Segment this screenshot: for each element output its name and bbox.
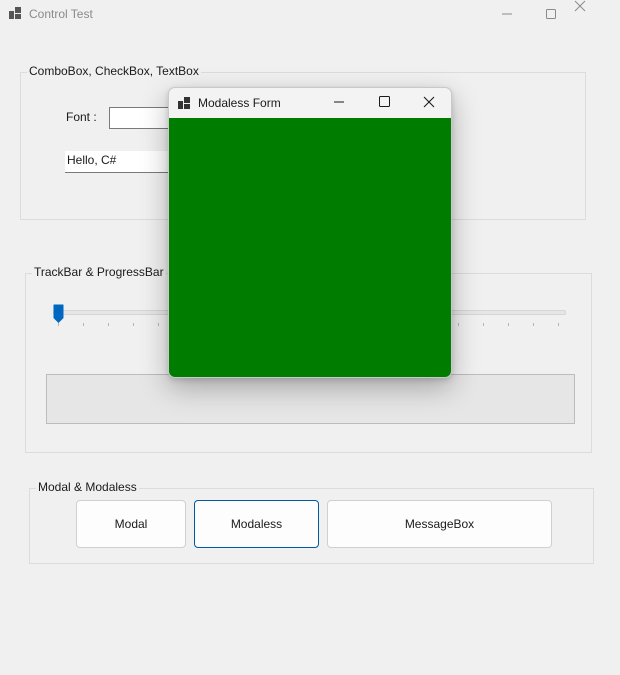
hello-textbox[interactable]: Hello, C# (65, 151, 175, 173)
maximize-icon (546, 9, 556, 19)
dialog-title: Modaless Form (198, 96, 281, 110)
trackbar-tick (58, 323, 59, 326)
trackbar-tick (83, 323, 84, 326)
dialog-close-button[interactable] (417, 88, 441, 116)
trackbar-tick (158, 323, 159, 326)
trackbar-tick (558, 323, 559, 326)
close-icon (423, 96, 435, 108)
minimize-button[interactable] (484, 0, 530, 28)
group-modal-legend: Modal & Modaless (36, 480, 139, 494)
trackbar-tick (483, 323, 484, 326)
window-title: Control Test (29, 7, 93, 21)
messagebox-button[interactable]: MessageBox (327, 500, 552, 548)
trackbar-tick (108, 323, 109, 326)
app-icon (9, 7, 21, 19)
close-button[interactable] (574, 0, 620, 28)
progress-bar (46, 374, 575, 424)
trackbar-tick (458, 323, 459, 326)
font-label: Font : (66, 110, 97, 124)
maximize-button[interactable] (528, 0, 574, 28)
modaless-form-window[interactable]: Modaless Form (168, 87, 452, 378)
dialog-app-icon (178, 97, 190, 109)
minimize-icon (334, 101, 344, 103)
close-icon (574, 0, 586, 12)
modal-button[interactable]: Modal (76, 500, 186, 548)
title-bar[interactable]: Control Test (0, 0, 620, 28)
group-combobox-legend: ComboBox, CheckBox, TextBox (27, 64, 201, 78)
minimize-icon (502, 13, 512, 15)
trackbar-tick (508, 323, 509, 326)
maximize-icon (379, 96, 390, 107)
hello-textbox-value: Hello, C# (67, 153, 117, 167)
trackbar-tick (133, 323, 134, 326)
dialog-maximize-button[interactable] (372, 88, 396, 116)
dialog-client-area (169, 118, 451, 377)
trackbar-thumb[interactable] (53, 304, 64, 324)
group-trackbar-legend: TrackBar & ProgressBar (32, 265, 166, 279)
dialog-minimize-button[interactable] (327, 88, 351, 116)
trackbar-tick (533, 323, 534, 326)
modaless-button[interactable]: Modaless (194, 500, 319, 548)
